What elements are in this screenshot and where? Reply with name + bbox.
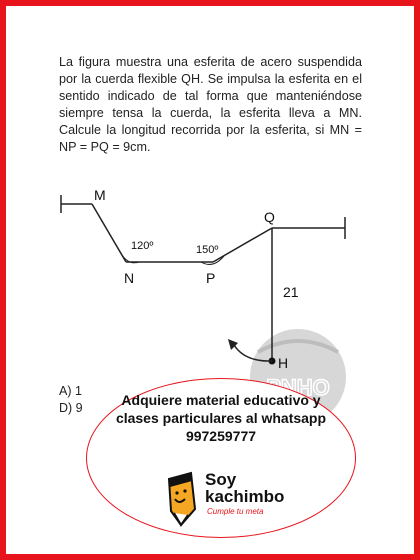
option-d: D) 9 [59, 401, 83, 415]
segment-pq [212, 227, 273, 263]
option-a: A) 1 [59, 384, 82, 398]
brand: Soy kachimbo Cumple tu meta [161, 469, 301, 529]
label-length-qh: 21 [283, 284, 299, 300]
brand-tagline: Cumple tu meta [207, 507, 264, 516]
label-angle-p: 150º [196, 244, 218, 256]
label-h: H [278, 355, 288, 371]
promo-text: Adquiere material educativo y clases par… [115, 392, 327, 444]
label-q: Q [264, 209, 275, 225]
brand-name: Soy kachimbo [205, 470, 285, 506]
label-angle-n: 120º [131, 240, 153, 252]
pencil-logo-icon [167, 471, 197, 527]
answer-options: A) 1 D) 9 [59, 383, 83, 417]
promo-bubble: Adquiere material educativo y clases par… [86, 378, 356, 538]
label-m: M [94, 187, 106, 203]
label-p: P [206, 270, 215, 286]
label-n: N [124, 270, 134, 286]
